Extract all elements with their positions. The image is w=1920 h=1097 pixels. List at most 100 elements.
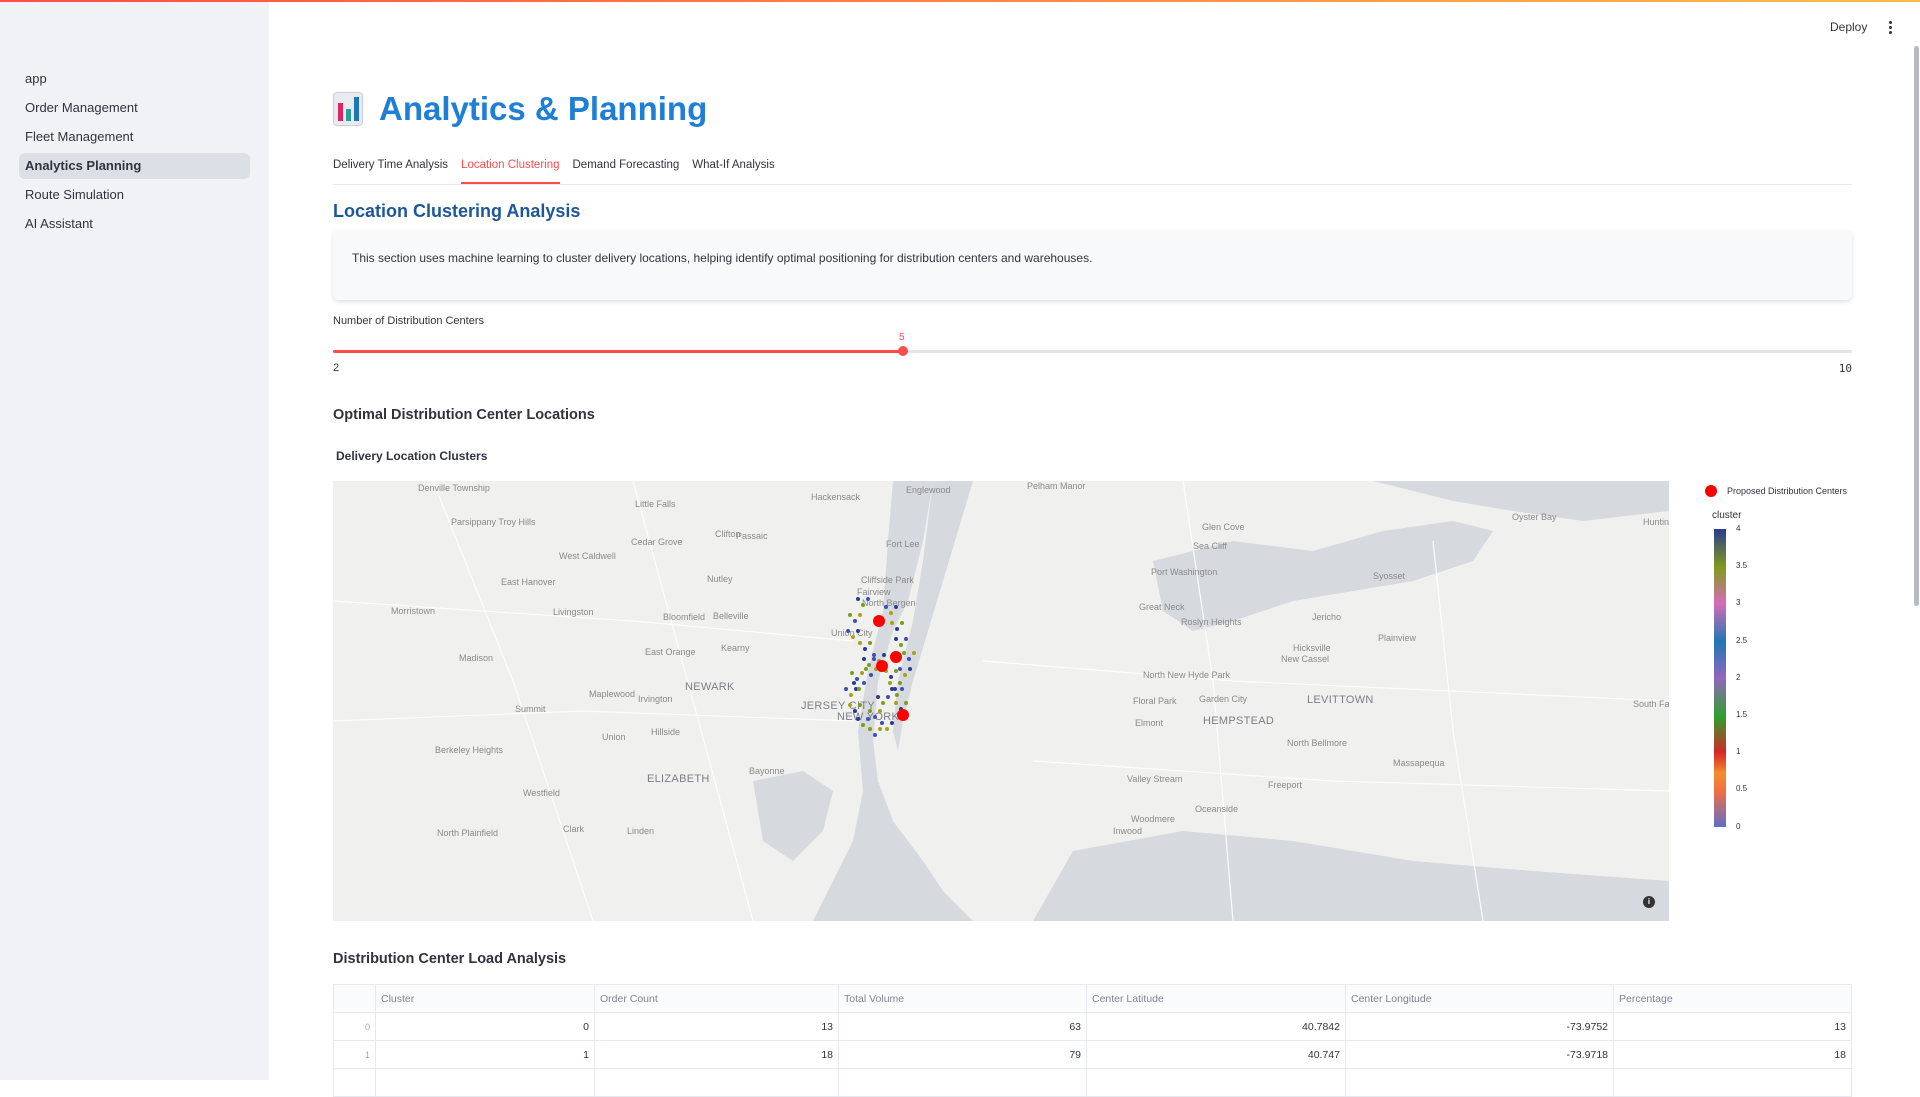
optimal-locations-heading: Optimal Distribution Center Locations bbox=[333, 407, 595, 423]
load-analysis-table[interactable]: Cluster Order Count Total Volume Center … bbox=[333, 984, 1852, 1097]
map-place-label: Jericho bbox=[1312, 612, 1342, 622]
delivery-point bbox=[856, 597, 860, 601]
colorbar-tick: 2.5 bbox=[1736, 635, 1748, 645]
table-header-center-latitude[interactable]: Center Latitude bbox=[1086, 984, 1346, 1013]
map-place-label: Freeport bbox=[1268, 780, 1303, 790]
table-cell[interactable]: 63 bbox=[838, 1012, 1087, 1041]
info-text: This section uses machine learning to cl… bbox=[352, 251, 1093, 265]
map-place-label: South Farmingdale bbox=[1633, 699, 1669, 709]
map-place-label: Irvington bbox=[638, 694, 673, 704]
map-legend: Proposed Distribution Centers bbox=[1705, 485, 1865, 497]
distribution-centers-slider[interactable] bbox=[333, 346, 1852, 356]
table-header-total-volume[interactable]: Total Volume bbox=[838, 984, 1087, 1013]
delivery-point bbox=[848, 703, 852, 707]
page-scrollbar[interactable] bbox=[1914, 46, 1919, 606]
map-place-label: Denville Township bbox=[418, 483, 490, 493]
map-place-label: Kearny bbox=[721, 643, 750, 653]
colorbar-title: cluster bbox=[1712, 510, 1742, 521]
table-row[interactable]: 1 1 18 79 40.747 -73.9718 18 bbox=[333, 1040, 1852, 1069]
table-header-percentage[interactable]: Percentage bbox=[1613, 984, 1852, 1013]
table-cell-index[interactable]: 1 bbox=[333, 1040, 376, 1069]
map-place-label: Roslyn Heights bbox=[1181, 617, 1242, 627]
map-place-label: Port Washington bbox=[1151, 567, 1218, 577]
table-cell[interactable]: -73.9718 bbox=[1345, 1040, 1614, 1069]
sidebar-item-route-simulation[interactable]: Route Simulation bbox=[19, 182, 250, 208]
tab-delivery-time-analysis[interactable]: Delivery Time Analysis bbox=[333, 155, 448, 184]
table-cell[interactable]: 1 bbox=[375, 1040, 595, 1069]
sidebar-item-ai-assistant[interactable]: AI Assistant bbox=[19, 211, 250, 237]
map-place-label: Pelham Manor bbox=[1027, 481, 1086, 491]
table-cell[interactable]: 0 bbox=[375, 1012, 595, 1041]
legend-item-centers[interactable]: Proposed Distribution Centers bbox=[1705, 485, 1865, 497]
table-cell[interactable]: 18 bbox=[1613, 1040, 1852, 1069]
map-place-label: Union bbox=[602, 732, 626, 742]
table-row[interactable] bbox=[333, 1068, 1852, 1097]
tab-demand-forecasting[interactable]: Demand Forecasting bbox=[573, 155, 680, 184]
map-place-label: North Bellmore bbox=[1287, 738, 1348, 748]
map-place-label: Linden bbox=[627, 826, 655, 836]
kebab-menu-icon[interactable] bbox=[1884, 19, 1896, 37]
sidebar-item-fleet-management[interactable]: Fleet Management bbox=[19, 124, 250, 150]
delivery-point bbox=[881, 701, 885, 705]
bar-chart-emoji-icon bbox=[333, 92, 363, 126]
red-dot-icon bbox=[1705, 485, 1717, 497]
delivery-point bbox=[868, 709, 872, 713]
table-cell[interactable]: -73.9752 bbox=[1345, 1012, 1614, 1041]
map-place-label: Nutley bbox=[707, 574, 733, 584]
table-header-cluster[interactable]: Cluster bbox=[375, 984, 595, 1013]
deploy-button[interactable]: Deploy bbox=[1830, 20, 1867, 34]
sidebar-item-order-management[interactable]: Order Management bbox=[19, 95, 250, 121]
info-icon[interactable]: i bbox=[1643, 896, 1655, 908]
delivery-point bbox=[858, 703, 862, 707]
delivery-point bbox=[873, 715, 877, 719]
delivery-point bbox=[862, 657, 866, 661]
table-cell-index[interactable]: 0 bbox=[333, 1012, 376, 1041]
table-cell[interactable]: 13 bbox=[1613, 1012, 1852, 1041]
map-place-label: Parsippany Troy Hills bbox=[451, 517, 536, 527]
delivery-point bbox=[895, 693, 899, 697]
distribution-center-marker[interactable] bbox=[897, 709, 909, 721]
delivery-point bbox=[900, 621, 904, 625]
delivery-point bbox=[878, 709, 882, 713]
delivery-point bbox=[894, 669, 898, 673]
delivery-point bbox=[872, 657, 876, 661]
map-place-label: Bayonne bbox=[749, 766, 785, 776]
distribution-center-marker[interactable] bbox=[890, 651, 902, 663]
map-place-label: Fairview bbox=[857, 587, 891, 597]
map-place-label: Passaic bbox=[736, 531, 768, 541]
map-place-label: Inwood bbox=[1113, 826, 1143, 836]
map-place-label: Syosset bbox=[1373, 571, 1406, 581]
tab-location-clustering[interactable]: Location Clustering bbox=[461, 155, 560, 184]
slider-thumb[interactable] bbox=[897, 346, 908, 356]
delivery-point bbox=[908, 667, 912, 671]
table-header-order-count[interactable]: Order Count bbox=[594, 984, 839, 1013]
map-place-label: West Caldwell bbox=[559, 551, 616, 561]
map-place-label: Berkeley Heights bbox=[435, 745, 504, 755]
delivery-point bbox=[902, 651, 906, 655]
delivery-point bbox=[849, 693, 853, 697]
table-cell[interactable]: 40.7842 bbox=[1086, 1012, 1346, 1041]
table-header-center-longitude[interactable]: Center Longitude bbox=[1345, 984, 1614, 1013]
tab-what-if-analysis[interactable]: What-If Analysis bbox=[692, 155, 774, 184]
sidebar-item-app[interactable]: app bbox=[19, 66, 250, 92]
table-cell[interactable]: 40.747 bbox=[1086, 1040, 1346, 1069]
delivery-point bbox=[851, 635, 855, 639]
table-cell[interactable]: 13 bbox=[594, 1012, 839, 1041]
load-analysis-heading: Distribution Center Load Analysis bbox=[333, 951, 567, 967]
tab-bar: Delivery Time Analysis Location Clusteri… bbox=[333, 155, 1852, 185]
delivery-point bbox=[858, 613, 862, 617]
delivery-point bbox=[868, 727, 872, 731]
colorbar-tick: 0 bbox=[1736, 821, 1741, 831]
distribution-center-marker[interactable] bbox=[876, 659, 889, 672]
table-row[interactable]: 0 0 13 63 40.7842 -73.9752 13 bbox=[333, 1012, 1852, 1041]
table-cell[interactable]: 18 bbox=[594, 1040, 839, 1069]
delivery-point bbox=[861, 603, 865, 607]
sidebar-item-analytics-planning[interactable]: Analytics Planning bbox=[19, 153, 250, 179]
table-header-index[interactable] bbox=[333, 984, 376, 1013]
table-cell[interactable]: 79 bbox=[838, 1040, 1087, 1069]
delivery-point bbox=[904, 637, 908, 641]
map-place-label: Great Neck bbox=[1139, 602, 1185, 612]
distribution-center-marker[interactable] bbox=[873, 615, 885, 627]
map-place-label: Hackensack bbox=[811, 492, 861, 502]
cluster-map[interactable]: Denville Township Little Falls Hackensack E… bbox=[333, 481, 1669, 921]
